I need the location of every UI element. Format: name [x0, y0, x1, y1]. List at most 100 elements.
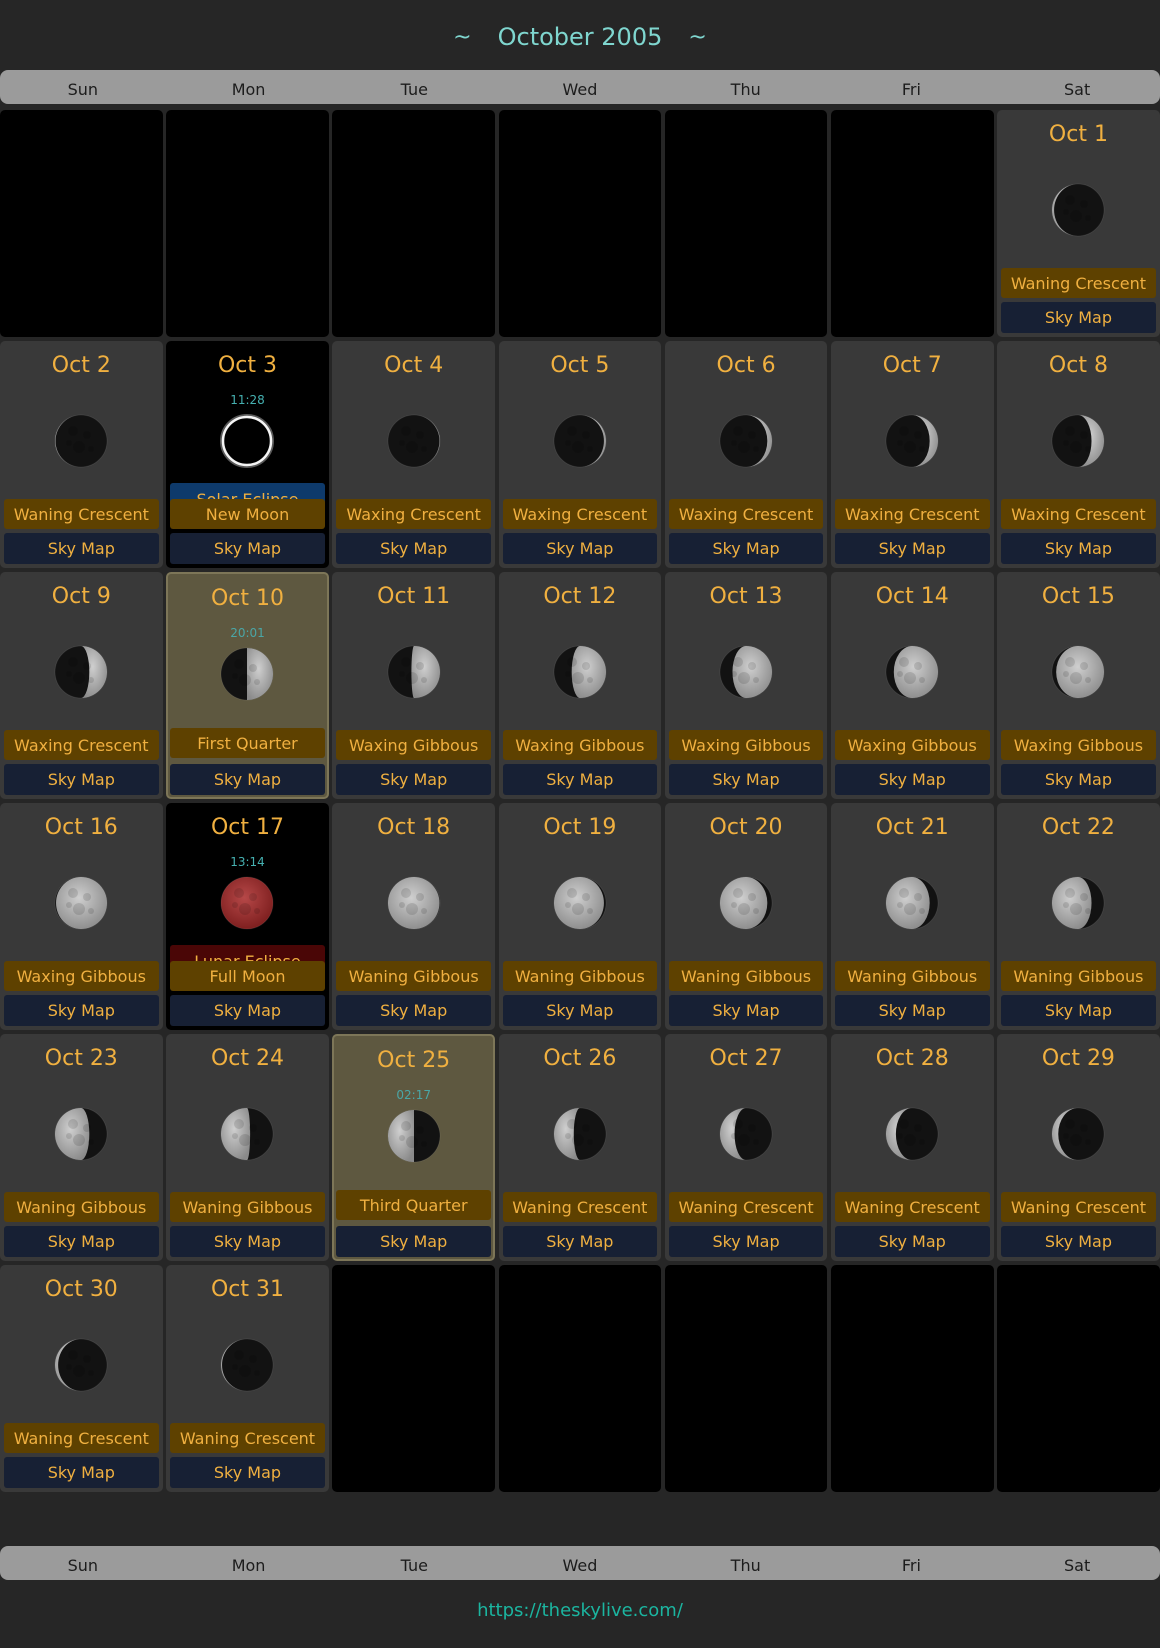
sky-map-button[interactable]: Sky Map	[668, 1226, 824, 1257]
day-cell: Oct 24 Waning Gibbous Sky Map	[166, 1034, 329, 1261]
day-cell: Oct 6 Waxing Crescent Sky Map	[664, 341, 828, 568]
sky-map-button[interactable]: Sky Map	[1001, 302, 1156, 333]
day-date: Oct 27	[709, 1046, 783, 1071]
day-date: Oct 31	[210, 1277, 284, 1302]
sky-map-button[interactable]: Sky Map	[4, 995, 159, 1026]
empty-day-cell	[498, 110, 662, 337]
day-date: Oct 5	[550, 353, 610, 378]
moon-phase-icon	[1051, 183, 1105, 237]
phase-label: Waning Gibbous	[4, 1192, 159, 1222]
day-date: Oct 20	[709, 815, 783, 840]
day-cell: Oct 25 02:17 Third Quarter Sky Map	[332, 1034, 495, 1261]
sky-map-button[interactable]: Sky Map	[834, 995, 990, 1026]
day-cell: Oct 2 Waning Crescent Sky Map	[0, 341, 163, 568]
phase-label: Waning Gibbous	[170, 1192, 325, 1222]
sky-map-button[interactable]: Sky Map	[668, 995, 824, 1026]
sky-map-button[interactable]: Sky Map	[1001, 764, 1156, 795]
day-date: Oct 2	[51, 353, 111, 378]
sky-map-button[interactable]: Sky Map	[4, 533, 159, 564]
day-date: Oct 25	[377, 1048, 451, 1073]
day-cell: Oct 23 Waning Gibbous Sky Map	[0, 1034, 163, 1261]
phase-label: Waxing Crescent	[1001, 499, 1156, 529]
phase-label: Waxing Gibbous	[1001, 730, 1156, 760]
day-cell: Oct 16 Waxing Gibbous Sky Map	[0, 803, 163, 1030]
sky-map-button[interactable]: Sky Map	[668, 533, 824, 564]
weekday-label: Sun	[67, 79, 99, 99]
sky-map-button[interactable]: Sky Map	[668, 764, 824, 795]
day-cell: Oct 19 Waning Gibbous Sky Map	[498, 803, 662, 1030]
phase-label: Waning Crescent	[4, 1423, 159, 1453]
empty-day-cell	[997, 1265, 1160, 1492]
sky-map-button[interactable]: Sky Map	[1001, 1226, 1156, 1257]
sky-map-button[interactable]: Sky Map	[170, 764, 325, 795]
moon-phase-icon	[719, 1107, 773, 1161]
day-cell: Oct 1 Waning Crescent Sky Map	[997, 110, 1160, 337]
sky-map-button[interactable]: Sky Map	[834, 1226, 990, 1257]
sky-map-button[interactable]: Sky Map	[336, 995, 491, 1026]
moon-phase-icon	[885, 876, 939, 930]
phase-label: Full Moon	[170, 961, 325, 991]
day-cell: Oct 15 Waxing Gibbous Sky Map	[997, 572, 1160, 799]
day-date: Oct 14	[875, 584, 949, 609]
empty-day-cell	[664, 110, 828, 337]
day-date: Oct 7	[882, 353, 942, 378]
sky-map-button[interactable]: Sky Map	[170, 1457, 325, 1488]
weekday-label: Tue	[400, 1555, 428, 1575]
day-date: Oct 12	[543, 584, 617, 609]
weekday-label: Thu	[730, 79, 761, 99]
phase-label: Waning Crescent	[170, 1423, 325, 1453]
day-date: Oct 22	[1041, 815, 1115, 840]
sky-map-button[interactable]: Sky Map	[1001, 533, 1156, 564]
sky-map-button[interactable]: Sky Map	[170, 533, 325, 564]
prev-month-link[interactable]: ~	[453, 25, 471, 50]
sky-map-button[interactable]: Sky Map	[502, 995, 658, 1026]
calendar-grid: Oct 1 Waning Crescent Sky Map Oct 2 Waning C…	[0, 110, 1160, 1492]
phase-time: 02:17	[396, 1088, 431, 1102]
sky-map-button[interactable]: Sky Map	[4, 1226, 159, 1257]
day-date: Oct 15	[1041, 584, 1115, 609]
day-date: Oct 6	[716, 353, 776, 378]
weekday-label: Fri	[901, 1555, 921, 1575]
sky-map-button[interactable]: Sky Map	[336, 533, 491, 564]
day-date: Oct 16	[44, 815, 118, 840]
source-link[interactable]: https://theskylive.com/	[0, 1600, 1160, 1621]
weekday-label: Wed	[562, 79, 598, 99]
phase-label: Waning Gibbous	[668, 961, 824, 991]
phase-time: 20:01	[230, 626, 265, 640]
day-cell: Oct 31 Waning Crescent Sky Map	[166, 1265, 329, 1492]
sky-map-button[interactable]: Sky Map	[502, 1226, 658, 1257]
sky-map-button[interactable]: Sky Map	[336, 764, 491, 795]
month-title: October 2005	[497, 23, 663, 51]
sky-map-button[interactable]: Sky Map	[4, 764, 159, 795]
sky-map-button[interactable]: Sky Map	[170, 995, 325, 1026]
phase-label: Waxing Gibbous	[4, 961, 159, 991]
phase-label: Waning Gibbous	[1001, 961, 1156, 991]
moon-phase-icon	[54, 645, 108, 699]
empty-day-cell	[498, 1265, 662, 1492]
moon-phase-icon	[553, 414, 607, 468]
calendar-title: ~ October 2005 ~	[0, 0, 1160, 74]
phase-label: Third Quarter	[336, 1190, 491, 1220]
sky-map-button[interactable]: Sky Map	[1001, 995, 1156, 1026]
day-date: Oct 17	[210, 815, 284, 840]
moon-phase-icon	[553, 1107, 607, 1161]
weekday-header-top: Sun Mon Tue Wed Thu Fri Sat	[0, 70, 1160, 104]
sky-map-button[interactable]: Sky Map	[834, 764, 990, 795]
moon-phase-icon	[387, 876, 441, 930]
sky-map-button[interactable]: Sky Map	[336, 1226, 491, 1257]
moon-phase-icon	[387, 414, 441, 468]
day-date: Oct 10	[210, 586, 284, 611]
phase-label: Waxing Crescent	[502, 499, 658, 529]
sky-map-button[interactable]: Sky Map	[4, 1457, 159, 1488]
day-cell: Oct 10 20:01 First Quarter Sky Map	[166, 572, 329, 799]
sky-map-button[interactable]: Sky Map	[502, 764, 658, 795]
day-cell: Oct 14 Waxing Gibbous Sky Map	[830, 572, 994, 799]
moon-phase-icon	[54, 1107, 108, 1161]
moon-phase-icon	[1051, 414, 1105, 468]
sky-map-button[interactable]: Sky Map	[502, 533, 658, 564]
next-month-link[interactable]: ~	[688, 25, 706, 50]
sky-map-button[interactable]: Sky Map	[834, 533, 990, 564]
day-cell: Oct 1713:14Lunar EclipseFull MoonSky Map	[166, 803, 329, 1030]
phase-label: New Moon	[170, 499, 325, 529]
sky-map-button[interactable]: Sky Map	[170, 1226, 325, 1257]
